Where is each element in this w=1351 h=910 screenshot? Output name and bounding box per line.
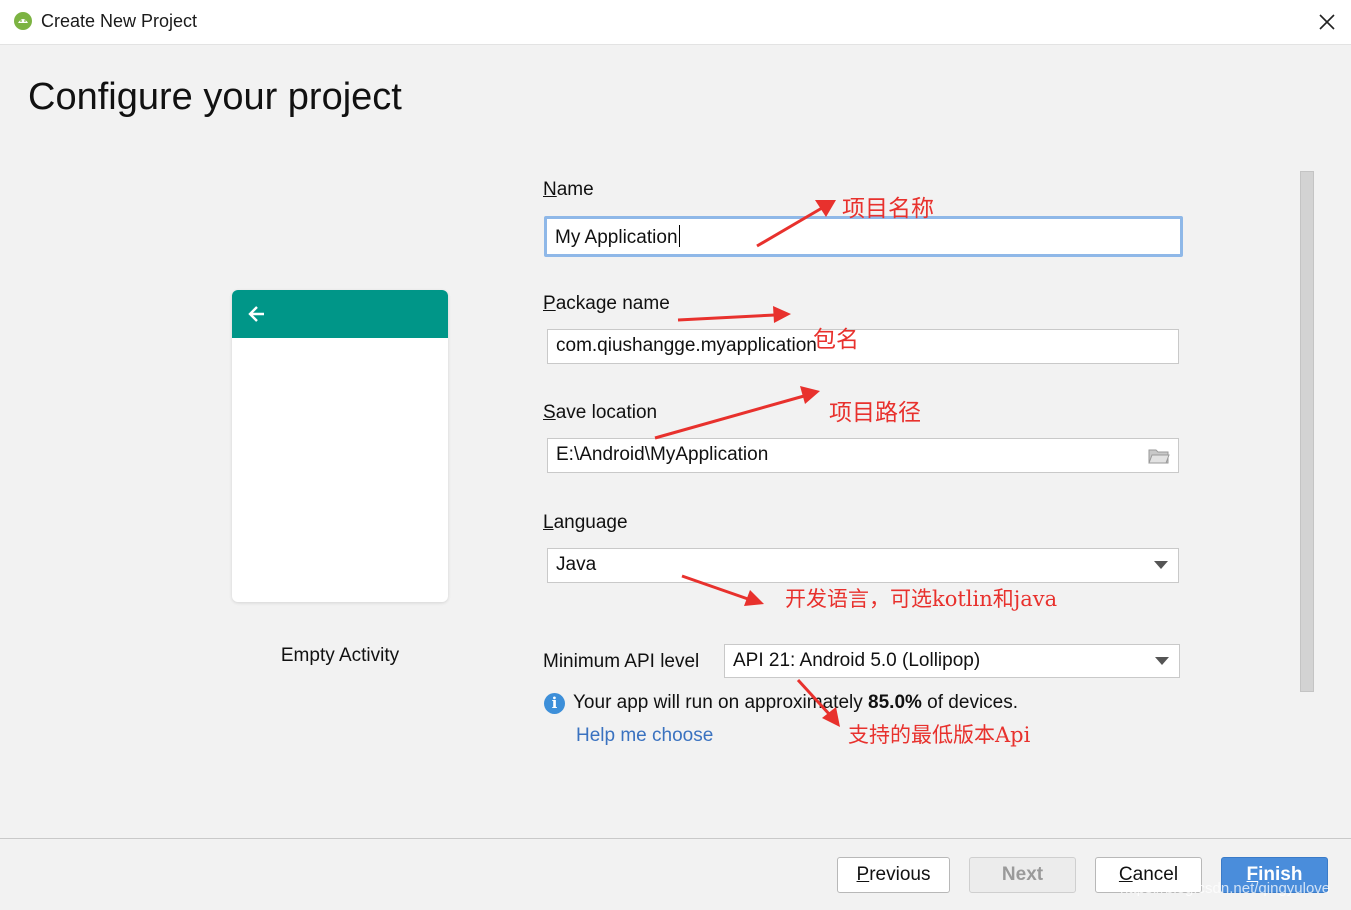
name-value: My Application bbox=[555, 227, 678, 248]
arrow-package bbox=[677, 313, 776, 322]
watermark: https://blog.csdn.net/qingyulove bbox=[1120, 880, 1331, 897]
arrowhead-location bbox=[800, 386, 820, 404]
footer-divider bbox=[0, 838, 1351, 839]
min-api-value: API 21: Android 5.0 (Lollipop) bbox=[733, 650, 981, 671]
text-caret bbox=[678, 225, 680, 247]
device-coverage-text: Your app will run on approximately 85.0%… bbox=[573, 692, 1019, 713]
save-location-value: E:\Android\MyApplication bbox=[556, 444, 769, 465]
arrow-left-icon bbox=[248, 306, 264, 322]
language-label: Language bbox=[543, 512, 628, 533]
annotation-package: 包名 bbox=[813, 327, 859, 353]
package-label: Package name bbox=[543, 293, 670, 314]
annotation-api: 支持的最低版本Api bbox=[848, 723, 1031, 747]
arrowhead-package bbox=[773, 306, 791, 323]
template-name: Empty Activity bbox=[280, 645, 400, 666]
preview-app-bar bbox=[232, 290, 448, 338]
close-icon[interactable] bbox=[1313, 8, 1341, 36]
save-location-input[interactable]: E:\Android\MyApplication bbox=[547, 438, 1179, 473]
language-value: Java bbox=[556, 554, 597, 575]
vertical-scrollbar[interactable] bbox=[1300, 171, 1314, 692]
coverage-percent: 85.0% bbox=[868, 692, 922, 713]
title-bar: Create New Project bbox=[0, 0, 1351, 45]
arrowhead-language bbox=[744, 590, 764, 606]
package-input[interactable]: com.qiushangge.myapplication bbox=[547, 329, 1179, 364]
info-icon: i bbox=[544, 693, 565, 714]
min-api-select[interactable]: API 21: Android 5.0 (Lollipop) bbox=[724, 644, 1180, 678]
android-studio-icon bbox=[14, 12, 32, 30]
help-me-choose-link[interactable]: Help me choose bbox=[576, 725, 713, 747]
arrowhead-name bbox=[815, 200, 836, 217]
package-value: com.qiushangge.myapplication bbox=[556, 335, 817, 356]
language-select[interactable]: Java bbox=[547, 548, 1179, 583]
annotation-name: 项目名称 bbox=[842, 196, 934, 222]
previous-button[interactable]: Previous bbox=[837, 857, 950, 893]
chevron-down-icon bbox=[1155, 657, 1169, 665]
annotation-location: 项目路径 bbox=[829, 400, 921, 426]
name-label: Name bbox=[543, 179, 594, 200]
next-button: Next bbox=[969, 857, 1076, 893]
activity-preview bbox=[232, 290, 448, 602]
page-title: Configure your project bbox=[28, 76, 402, 118]
arrow-location bbox=[654, 394, 805, 440]
annotation-language: 开发语言，可选kotlin和java bbox=[785, 587, 1058, 611]
folder-icon[interactable] bbox=[1148, 447, 1170, 465]
chevron-down-icon bbox=[1154, 561, 1168, 569]
save-location-label: Save location bbox=[543, 402, 658, 423]
window-title: Create New Project bbox=[41, 11, 198, 31]
min-api-label: Minimum API level bbox=[543, 651, 700, 672]
